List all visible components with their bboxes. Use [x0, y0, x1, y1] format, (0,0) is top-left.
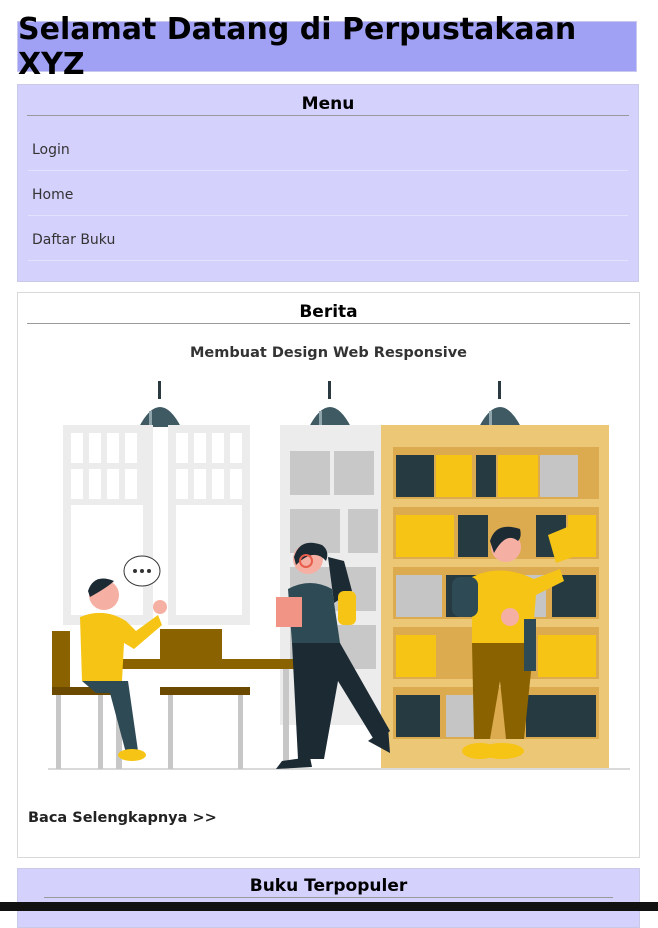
popular-books-panel: Buku Terpopuler: [17, 868, 640, 928]
page-header: Selamat Datang di Perpustakaan XYZ: [17, 12, 637, 82]
bottom-edge-bar: [0, 902, 658, 911]
menu-item-home[interactable]: Home: [28, 171, 628, 216]
menu-title: Menu: [27, 95, 629, 116]
popular-books-title: Buku Terpopuler: [44, 877, 613, 898]
menu-item-login[interactable]: Login: [28, 126, 628, 171]
read-more-link[interactable]: Baca Selengkapnya >>: [28, 810, 217, 826]
lamp-icon: [139, 381, 521, 427]
library-illustration: [48, 381, 630, 770]
menu-item-daftar-buku[interactable]: Daftar Buku: [28, 216, 628, 261]
page-title: Selamat Datang di Perpustakaan XYZ: [18, 11, 577, 82]
menu-panel: Menu Login Home Daftar Buku: [17, 84, 639, 282]
menu-list: Login Home Daftar Buku: [28, 126, 628, 261]
news-panel: Berita Membuat Design Web Responsive Bac…: [17, 292, 640, 858]
news-section-title: Berita: [27, 303, 630, 324]
article-title: Membuat Design Web Responsive: [190, 345, 467, 361]
